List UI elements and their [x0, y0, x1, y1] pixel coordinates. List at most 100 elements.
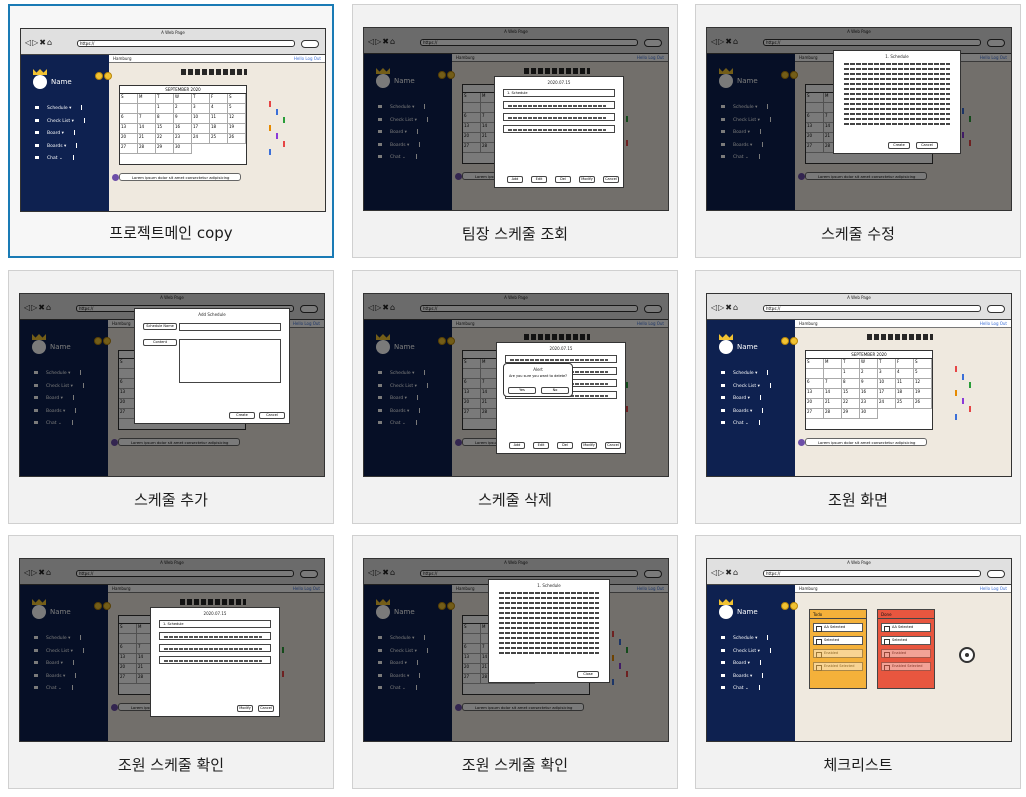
- dialog-button[interactable]: Add: [507, 176, 523, 183]
- calendar: SEPTEMBER 2020SMTWTFS1234567891011121314…: [119, 85, 247, 165]
- calendar: SEPTEMBER 2020SMTWTFS1234567891011121314…: [805, 350, 933, 430]
- row-text-placeholder: [164, 648, 262, 650]
- text-line: [499, 622, 599, 624]
- calendar-cell: [138, 104, 156, 114]
- comment-text: Lorem ipsum dolor sit amet consectetur a…: [132, 175, 230, 180]
- comment-bar: Lorem ipsum dolor sit amet consectetur a…: [112, 173, 241, 181]
- main-area: HamburgHello Log OutSEPTEMBER 2020SMTWTF…: [781, 320, 1011, 476]
- calendar-cell: 25: [896, 399, 914, 409]
- page-thumbnail-card[interactable]: A Web Page◁▷✖⌂https://NameSchedule ▾Chec…: [695, 270, 1021, 524]
- dialog-button[interactable]: Modify: [579, 176, 595, 183]
- divider: [762, 672, 764, 678]
- page-thumbnail-card[interactable]: A Web Page◁▷✖⌂https://NameSchedule ▾Chec…: [8, 270, 334, 524]
- calendar-cell: 16: [174, 124, 192, 134]
- calendar-cell: 17: [192, 124, 210, 134]
- dialog-button[interactable]: Cancel: [916, 142, 938, 149]
- project-banner: [867, 334, 933, 340]
- calendar-cell: 21: [138, 134, 156, 144]
- dialog-button[interactable]: Edit: [533, 442, 549, 449]
- thumbnail-image: A Web Page ◁▷✖⌂ https:// Name Schedule ▾ Chec…: [706, 558, 1012, 742]
- avatar: [719, 605, 733, 619]
- dialog-button[interactable]: Modify: [237, 705, 253, 712]
- sidebar-menu-label: Boards ▾: [47, 143, 67, 149]
- sidebar-menu-item: Schedule ▾: [721, 633, 771, 646]
- schedule-name-input[interactable]: [179, 323, 281, 331]
- sidebar-menu-item: Board ▾: [721, 658, 771, 671]
- sidebar-menu-label: Chat ⌄: [733, 421, 749, 426]
- alert-button[interactable]: Yes: [508, 387, 536, 394]
- comment-icon: [798, 439, 805, 446]
- calendar-cell: 8: [156, 114, 174, 124]
- page-thumbnail-card[interactable]: A Web Page◁▷✖⌂https://NameSchedule ▾Chec…: [352, 4, 678, 258]
- schedule-row[interactable]: [159, 644, 271, 652]
- search-pill: [301, 40, 319, 48]
- header-left: Hamburg: [799, 321, 818, 326]
- schedule-row[interactable]: 1. Schedule: [159, 620, 271, 628]
- calendar-cell: [824, 369, 842, 379]
- checklist-item[interactable]: AA Selected: [813, 623, 863, 632]
- dialog-button[interactable]: Edit: [531, 176, 547, 183]
- content-label: Content: [143, 339, 177, 346]
- dialog-button[interactable]: Create: [888, 142, 910, 149]
- dialog-button[interactable]: Cancel: [258, 705, 274, 712]
- page-thumbnail-card[interactable]: A Web Page◁▷✖⌂https://NameSchedule ▾Chec…: [352, 270, 678, 524]
- checklist-item[interactable]: Selected: [881, 636, 931, 645]
- checklist-item[interactable]: Enabled: [881, 649, 931, 658]
- dialog-button[interactable]: Cancel: [603, 176, 619, 183]
- page-thumbnail-card[interactable]: A Web Page◁▷✖⌂https://NameSchedule ▾Chec…: [695, 535, 1021, 789]
- bullet-icon: [721, 408, 725, 412]
- checklist-item[interactable]: Enabled Selected: [813, 662, 863, 671]
- dialog-button[interactable]: Cancel: [605, 442, 621, 449]
- main-area: Hamburg Hello Log Out Todo AA Selected Selec…: [781, 585, 1011, 741]
- alert-button[interactable]: No: [541, 387, 569, 394]
- page-caption: 조원 화면: [828, 491, 888, 509]
- dialog-button[interactable]: Del: [555, 176, 571, 183]
- calendar-grid: SMTWTFS123456789101112131415161718192021…: [806, 359, 932, 419]
- coin-icon: [781, 337, 789, 345]
- page-thumbnail-card[interactable]: A Web Page◁▷✖⌂https://NameSchedule ▾Chec…: [352, 535, 678, 789]
- checklist-item[interactable]: Selected: [813, 636, 863, 645]
- calendar-cell: 24: [878, 399, 896, 409]
- schedule-row[interactable]: [159, 656, 271, 664]
- dialog-button[interactable]: Cancel: [259, 412, 285, 419]
- page-thumbnail-card[interactable]: A Web Page◁▷✖⌂https://NameSchedule ▾Chec…: [8, 4, 334, 258]
- checklist-item[interactable]: Enabled Selected: [881, 662, 931, 671]
- checklist-item[interactable]: Enabled: [813, 649, 863, 658]
- calendar-cell: [120, 104, 138, 114]
- dialog-button[interactable]: Add: [509, 442, 525, 449]
- calendar-cell: 30: [860, 409, 878, 419]
- dialog-button[interactable]: Del: [557, 442, 573, 449]
- calendar-cell: 18: [896, 389, 914, 399]
- dialog-button[interactable]: Create: [229, 412, 255, 419]
- text-line: [844, 73, 950, 75]
- coin-icon: [790, 337, 798, 345]
- calendar-cell: 1: [156, 104, 174, 114]
- row-text-placeholder: [508, 129, 606, 131]
- window-title: A Web Page: [161, 30, 185, 35]
- content-textarea[interactable]: [179, 339, 281, 383]
- checklist-item[interactable]: AA Selected: [881, 623, 931, 632]
- calendar-cell: 27: [806, 409, 824, 419]
- bullet-icon: [35, 131, 39, 134]
- delete-alert: Alert Are you sure you want to delete? Yes…: [503, 363, 573, 397]
- schedule-row[interactable]: [159, 632, 271, 640]
- dialog-button[interactable]: Modify: [581, 442, 597, 449]
- dialog-button[interactable]: Close: [577, 671, 599, 678]
- calendar-cell: 29: [156, 144, 174, 154]
- text-line: [844, 118, 950, 120]
- bullet-icon: [35, 118, 39, 122]
- dialog-title: 2020.07.15: [549, 346, 573, 351]
- schedule-row[interactable]: 1. Schedule: [503, 89, 615, 97]
- calendar-cell: 6: [806, 379, 824, 389]
- schedule-row[interactable]: [503, 113, 615, 121]
- page-caption: 조원 스케줄 확인: [117, 756, 225, 774]
- calendar-cell: 7: [138, 114, 156, 124]
- schedule-row[interactable]: [503, 125, 615, 133]
- page-caption: 체크리스트: [823, 756, 893, 774]
- calendar-cell: 24: [192, 134, 210, 144]
- page-thumbnail-card[interactable]: A Web Page◁▷✖⌂https://NameSchedule ▾Chec…: [8, 535, 334, 789]
- add-fab-icon[interactable]: [959, 647, 975, 663]
- schedule-row[interactable]: [503, 101, 615, 109]
- alert-message: Are you sure you want to delete?: [509, 374, 567, 378]
- page-thumbnail-card[interactable]: A Web Page◁▷✖⌂https://NameSchedule ▾Chec…: [695, 4, 1021, 258]
